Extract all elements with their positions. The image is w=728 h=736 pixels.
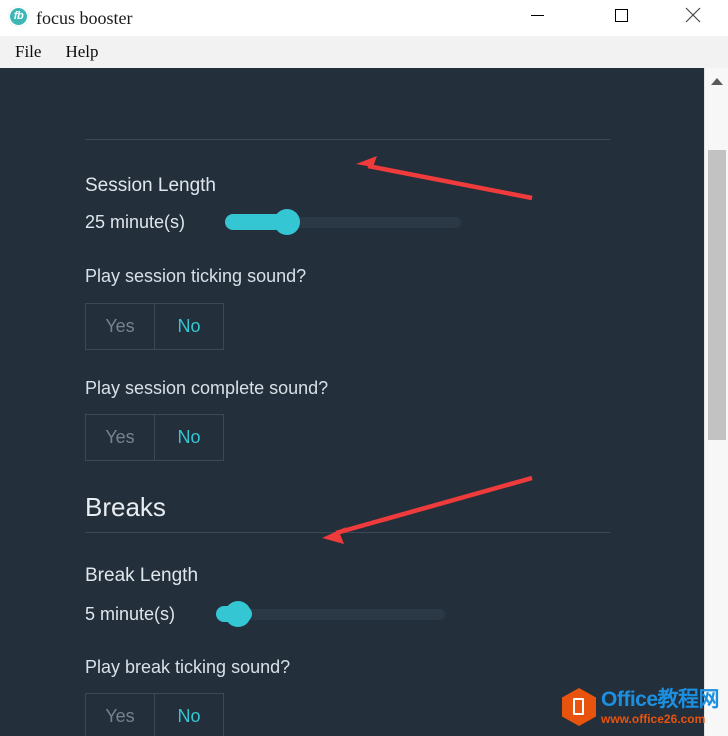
session-slider-thumb[interactable] (274, 209, 300, 235)
session-ticking-toggle[interactable]: Yes No (85, 303, 224, 350)
session-complete-yes[interactable]: Yes (86, 415, 154, 460)
maximize-button[interactable] (598, 0, 644, 30)
break-length-value: 5 minute(s) (85, 604, 176, 624)
app-logo-text: fb (13, 10, 24, 22)
app-logo-icon: fb (8, 6, 29, 27)
breaks-section-heading: Breaks (85, 492, 166, 522)
watermark-text: Office教程网 www.office26.com (601, 688, 720, 726)
watermark-title: Office教程网 (601, 688, 720, 711)
session-complete-toggle[interactable]: Yes No (85, 414, 224, 461)
annotation-overlay (322, 156, 533, 544)
arrow-to-break-slider (322, 475, 533, 544)
window-title: focus booster (36, 8, 133, 28)
application-window: fb focus booster File Help Session Lengt… (0, 0, 728, 736)
scroll-up-button[interactable] (705, 70, 728, 92)
break-ticking-yes[interactable]: Yes (86, 694, 154, 736)
close-icon (685, 7, 701, 23)
arrow-to-session-slider (356, 156, 533, 201)
close-button[interactable] (670, 0, 716, 30)
session-length-slider[interactable]: 25 minute(s) (85, 208, 485, 238)
section-divider-top (85, 139, 610, 140)
session-ticking-yes[interactable]: Yes (86, 304, 154, 349)
session-ticking-no[interactable]: No (154, 304, 223, 349)
title-bar: fb focus booster (0, 0, 728, 36)
session-length-label: Session Length (85, 175, 216, 196)
session-complete-question: Play session complete sound? (85, 378, 329, 398)
break-ticking-no[interactable]: No (154, 694, 223, 736)
minimize-button[interactable] (514, 0, 560, 30)
break-slider-thumb[interactable] (225, 601, 251, 627)
break-length-label: Break Length (85, 565, 199, 586)
watermark: Office教程网 www.office26.com (562, 684, 722, 730)
minimize-icon (530, 14, 544, 16)
session-complete-no[interactable]: No (154, 415, 223, 460)
office-logo-icon (562, 688, 596, 726)
settings-panel: Session Length 25 minute(s) Play session… (0, 68, 704, 736)
session-length-value: 25 minute(s) (85, 212, 186, 232)
menu-item-file[interactable]: File (6, 36, 50, 68)
scrollbar-thumb[interactable] (708, 150, 726, 440)
scroll-up-icon (710, 77, 723, 85)
menu-item-help[interactable]: Help (56, 36, 107, 68)
session-ticking-question: Play session ticking sound? (85, 266, 307, 286)
vertical-scrollbar[interactable] (704, 68, 728, 736)
break-ticking-toggle[interactable]: Yes No (85, 693, 224, 736)
break-length-slider[interactable]: 5 minute(s) (85, 600, 485, 630)
maximize-icon (614, 8, 628, 22)
break-ticking-question: Play break ticking sound? (85, 657, 291, 677)
watermark-url: www.office26.com (601, 712, 706, 726)
section-divider-breaks (85, 532, 610, 533)
menu-bar: File Help (0, 36, 728, 68)
